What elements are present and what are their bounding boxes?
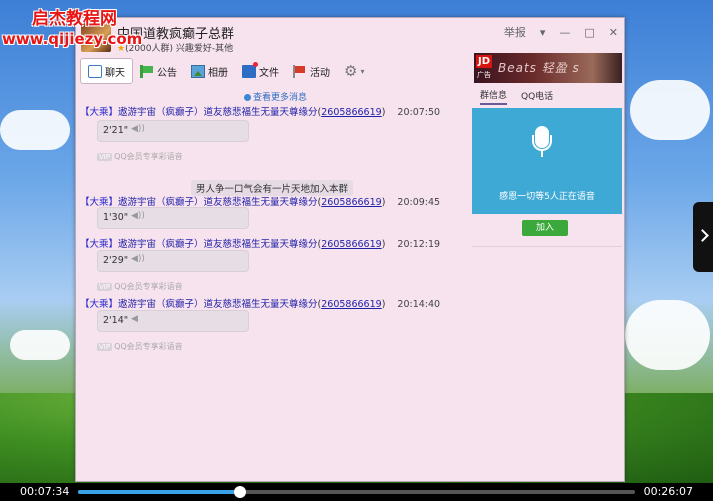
chat-icon [88,64,102,78]
qq-group-window: 中国道教疯癫子总群 ★(2000人群) 兴趣爱好-其他 举报 ▾ — □ ✕ 聊… [75,17,625,482]
message-time: 20:09:45 [397,197,441,208]
photo-icon [191,64,205,78]
ad-banner[interactable]: JD 广告 Beats 轻盈 s [474,53,622,83]
chat-message-area[interactable]: 查看更多消息 【大乘】遨游宇宙（疯癫子）道友慈悲福生无量天尊缘分(2605866… [76,86,471,481]
microphone-icon [532,126,552,158]
right-side-panel: 群信息 QQ电话 感恩一切等5人正在语音 加入 [472,86,622,481]
next-chevron-right-icon[interactable] [693,202,713,272]
member-tag: 【大乘】 [80,239,119,250]
minimize-button[interactable]: — [559,26,570,39]
tab-photos[interactable]: 相册 [184,59,235,83]
ad-text: Beats 轻盈 s [498,61,580,75]
sender-qq-link[interactable]: 2605866619 [321,197,381,208]
event-flag-icon [293,64,307,78]
divider [472,246,622,247]
notice-flag-icon [140,64,154,78]
sender-name[interactable]: 遨游宇宙（疯癫子）道友慈悲福生无量天尊缘分 [118,107,318,118]
voice-message[interactable]: 1'30" ◀)) [97,207,249,229]
chevron-down-icon: ▾ [360,66,365,76]
vip-badge-icon: VIP [97,343,113,351]
settings-button[interactable]: ⚙ ▾ [337,59,371,83]
voice-duration: 2'14" [103,315,129,326]
tab-notice[interactable]: 公告 [133,59,184,83]
window-titlebar[interactable]: 中国道教疯癫子总群 ★(2000人群) 兴趣爱好-其他 举报 ▾ — □ ✕ [76,18,624,58]
jd-logo: JD [476,55,493,68]
vip-note-text: QQ会员专享彩语音 [114,152,183,161]
message-time: 20:07:50 [397,107,441,118]
tab-group-info[interactable]: 群信息 [480,86,508,105]
tab-chat-label: 聊天 [105,67,125,79]
menu-dropdown-button[interactable]: ▾ [540,26,546,39]
voice-duration: 2'29" [103,255,129,266]
vip-badge-icon: VIP [97,153,113,161]
more-history-label: 查看更多消息 [253,93,308,103]
current-time: 00:07:34 [20,485,70,498]
message-time: 20:12:19 [397,239,441,250]
right-panel-tabs: 群信息 QQ电话 [472,86,622,105]
voice-message[interactable]: 2'21" ◀)) [97,120,249,142]
sender-name[interactable]: 遨游宇宙（疯癫子）道友慈悲福生无量天尊缘分 [118,239,318,250]
window-controls: 举报 ▾ — □ ✕ [504,24,618,40]
watermark-title: 启杰教程网 [32,9,117,29]
voice-duration: 2'21" [103,125,129,136]
report-button[interactable]: 举报 [504,24,526,40]
vip-voice-note[interactable]: VIP QQ会员专享彩语音 [97,151,183,162]
close-button[interactable]: ✕ [609,26,618,39]
tab-events[interactable]: 活动 [286,59,337,83]
group-voice-card[interactable]: 感恩一切等5人正在语音 [472,108,622,214]
vip-voice-note[interactable]: VIP QQ会员专享彩语音 [97,341,183,352]
ad-label: 广告 [477,71,491,79]
voice-wave-icon: ◀)) [131,254,145,264]
clock-icon [244,94,251,101]
watermark-url: www.qijiezy.com [2,30,143,48]
join-voice-button[interactable]: 加入 [522,220,568,236]
voice-duration: 1'30" [103,212,129,223]
seek-handle[interactable] [233,486,246,498]
voice-message[interactable]: 2'14" ◀ [97,310,249,332]
cloud [0,110,70,150]
message-header: 【大乘】遨游宇宙（疯癫子）道友慈悲福生无量天尊缘分(2605866619) 20:… [80,299,441,310]
cloud [625,300,710,370]
member-tag: 【大乘】 [80,107,119,118]
voice-wave-icon: ◀)) [131,124,145,134]
group-toolbar: 聊天 公告 相册 文件 活动 ⚙ ▾ [80,58,470,84]
tab-events-label: 活动 [310,67,330,79]
tab-chat[interactable]: 聊天 [80,58,133,84]
member-tag: 【大乘】 [80,299,119,310]
sender-qq-link[interactable]: 2605866619 [321,299,381,310]
total-time: 00:26:07 [643,485,693,498]
vip-note-text: QQ会员专享彩语音 [114,282,183,291]
seek-progress [78,490,240,494]
voice-message[interactable]: 2'29" ◀)) [97,250,249,272]
voice-wave-icon: ◀)) [131,211,145,221]
message-header: 【大乘】遨游宇宙（疯癫子）道友慈悲福生无量天尊缘分(2605866619) 20:… [80,239,441,250]
sender-qq-link[interactable]: 2605866619 [321,239,381,250]
message-header: 【大乘】遨游宇宙（疯癫子）道友慈悲福生无量天尊缘分(2605866619) 20:… [80,197,441,208]
tab-notice-label: 公告 [157,67,177,79]
vip-badge-icon: VIP [97,283,113,291]
cloud [630,80,710,140]
cloud [10,330,70,360]
seek-bar[interactable] [78,486,635,498]
gear-icon: ⚙ [344,62,358,80]
vip-note-text: QQ会员专享彩语音 [114,342,183,351]
tab-photos-label: 相册 [208,67,228,79]
sender-name[interactable]: 遨游宇宙（疯癫子）道友慈悲福生无量天尊缘分 [118,299,318,310]
more-history-link[interactable]: 查看更多消息 [244,90,307,103]
sender-qq-link[interactable]: 2605866619 [321,107,381,118]
tab-files[interactable]: 文件 [235,59,286,83]
video-player-bar: 00:07:34 00:26:07 [0,483,713,501]
tab-qq-call[interactable]: QQ电话 [521,87,553,104]
message-time: 20:14:40 [397,299,441,310]
voice-status-text: 感恩一切等5人正在语音 [499,192,595,202]
voice-wave-icon: ◀ [131,314,138,324]
message-header: 【大乘】遨游宇宙（疯癫子）道友慈悲福生无量天尊缘分(2605866619) 20:… [80,107,441,118]
vip-voice-note[interactable]: VIP QQ会员专享彩语音 [97,281,183,292]
tab-files-label: 文件 [259,67,279,79]
restore-button[interactable]: □ [584,26,594,39]
file-icon [242,61,258,78]
